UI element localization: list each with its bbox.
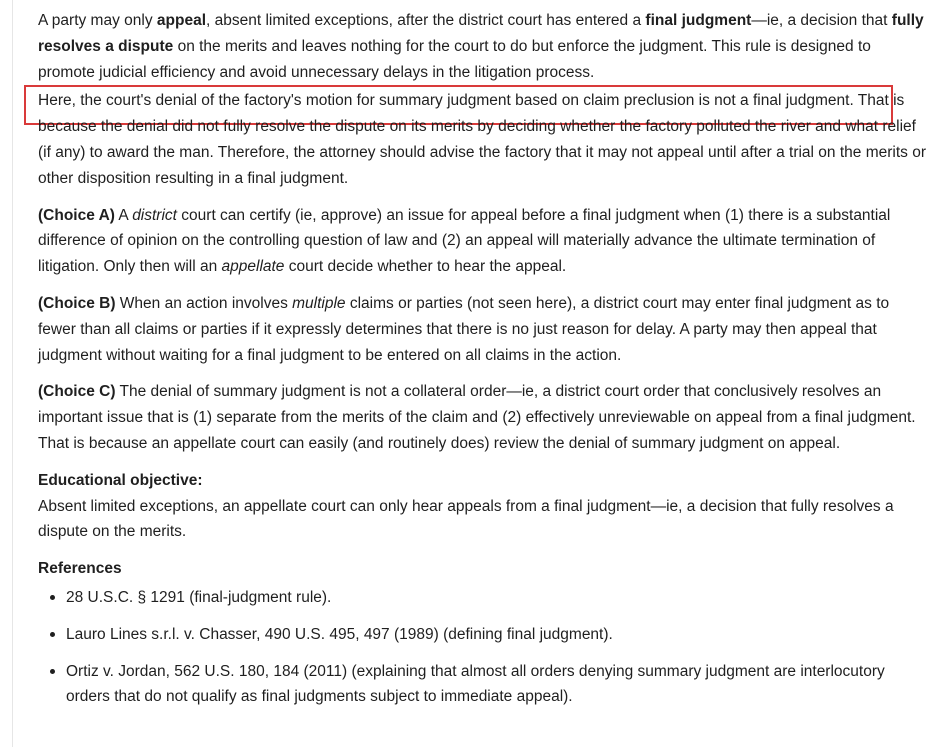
choice-b-paragraph: (Choice B) When an action involves multi… (38, 291, 930, 368)
educational-objective-text: Absent limited exceptions, an appellate … (38, 497, 894, 541)
text: When an action involves (115, 294, 293, 312)
educational-objective-heading: Educational objective: (38, 471, 203, 489)
text: court decide whether to hear the appeal. (284, 258, 567, 276)
choice-b-label: (Choice B) (38, 294, 116, 312)
reference-item: 28 U.S.C. § 1291 (final-judgment rule). (50, 585, 930, 611)
highlighted-sentence: Here, the court's denial of the factory'… (38, 92, 854, 110)
reference-item: Ortiz v. Jordan, 562 U.S. 180, 184 (2011… (50, 659, 930, 711)
analysis-paragraph: Here, the court's denial of the factory'… (38, 88, 930, 191)
choice-a-label: (Choice A) (38, 206, 115, 224)
choice-c-label: (Choice C) (38, 383, 116, 401)
choice-c-paragraph: (Choice C) The denial of summary judgmen… (38, 379, 930, 456)
italic-term: appellate (221, 258, 285, 276)
choice-a-paragraph: (Choice A) A district court can certify … (38, 203, 930, 280)
references-heading: References (38, 560, 122, 578)
bold-term-final-judgment: final judgment (645, 12, 752, 29)
intro-paragraph: A party may only appeal, absent limited … (38, 8, 930, 85)
reference-item: Lauro Lines s.r.l. v. Chasser, 490 U.S. … (50, 622, 930, 648)
text: , absent limited exceptions, after the d… (206, 12, 646, 29)
explanation-content: A party may only appeal, absent limited … (38, 8, 930, 721)
references-list: 28 U.S.C. § 1291 (final-judgment rule). … (38, 585, 930, 710)
italic-term: multiple (292, 294, 346, 312)
text: A (114, 206, 133, 224)
text: —ie, a decision that (751, 12, 892, 29)
italic-term: district (132, 206, 177, 224)
left-border (12, 0, 13, 747)
bold-term-appeal: appeal (156, 12, 206, 29)
text: A party may only (38, 12, 157, 29)
text: The denial of summary judgment is not a … (38, 383, 916, 452)
